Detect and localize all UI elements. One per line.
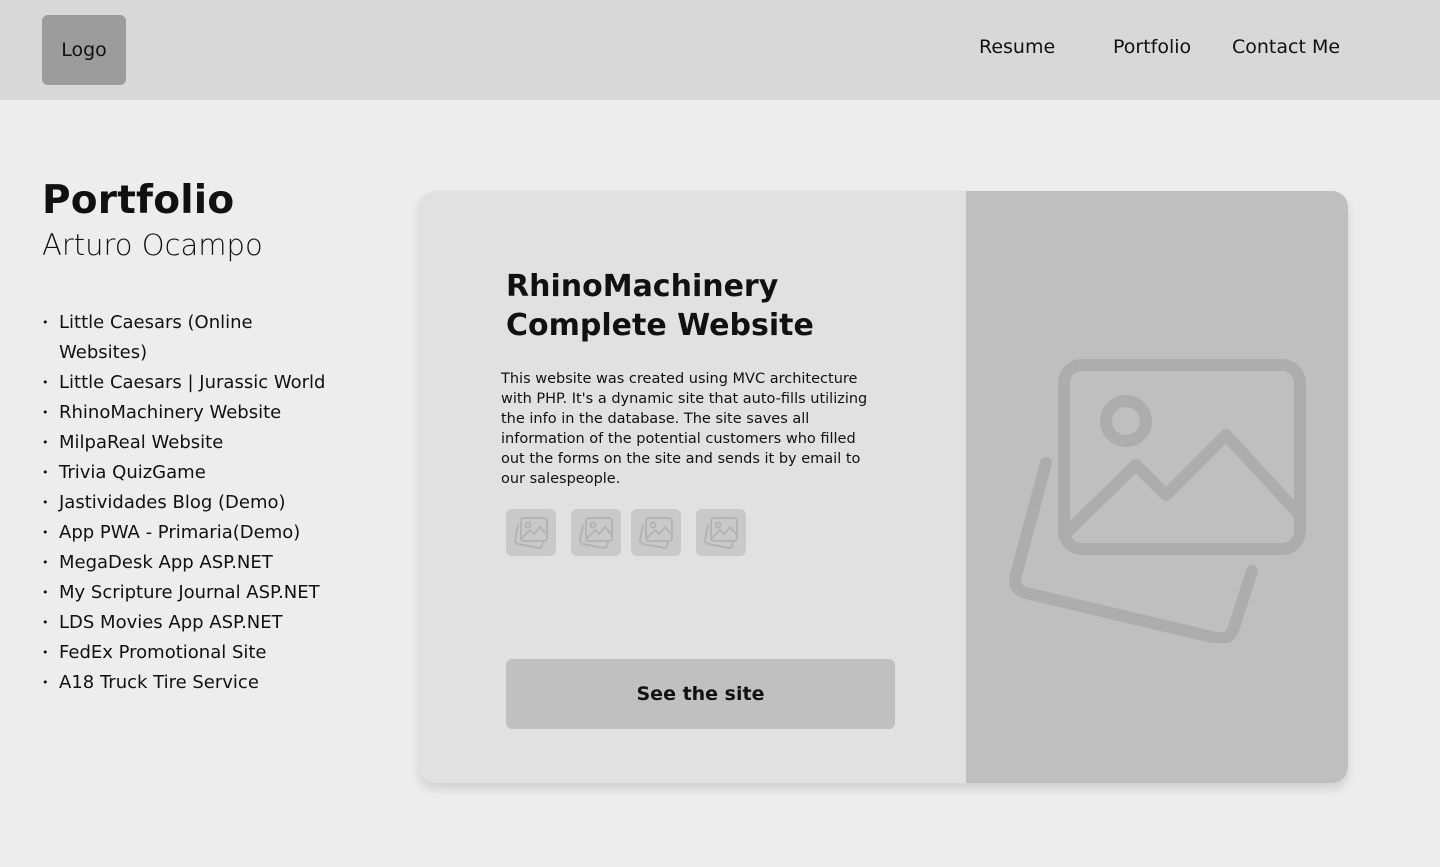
project-link[interactable]: Little Caesars | Jurassic World (42, 368, 342, 398)
project-list: Little Caesars (Online Websites) Little … (42, 308, 342, 698)
nav-link-portfolio[interactable]: Portfolio (1113, 36, 1191, 58)
image-icon (514, 516, 548, 549)
nav-link-resume[interactable]: Resume (979, 36, 1055, 58)
project-link[interactable]: My Scripture Journal ASP.NET (42, 578, 342, 608)
image-icon (704, 516, 738, 549)
author-name: Arturo Ocampo (42, 228, 263, 262)
page-title: Portfolio (42, 178, 235, 223)
project-description: This website was created using MVC archi… (501, 371, 868, 487)
project-preview-image (966, 191, 1348, 783)
image-icon (579, 516, 613, 549)
project-card: RhinoMachinery Complete Website This web… (419, 191, 1348, 783)
project-link[interactable]: MilpaReal Website (42, 428, 342, 458)
thumbnail[interactable] (506, 509, 556, 556)
project-link[interactable]: Trivia QuizGame (42, 458, 342, 488)
project-link[interactable]: Little Caesars (Online Websites) (42, 308, 342, 368)
nav-link-contact-me[interactable]: Contact Me (1232, 36, 1340, 58)
project-link[interactable]: LDS Movies App ASP.NET (42, 608, 342, 638)
thumbnail[interactable] (571, 509, 621, 556)
project-link[interactable]: RhinoMachinery Website (42, 398, 342, 428)
thumbnail[interactable] (696, 509, 746, 556)
logo[interactable]: Logo (42, 15, 126, 85)
thumbnail[interactable] (631, 509, 681, 556)
see-site-button[interactable]: See the site (506, 659, 895, 729)
project-link[interactable]: MegaDesk App ASP.NET (42, 548, 342, 578)
image-icon (639, 516, 673, 549)
project-link[interactable]: A18 Truck Tire Service (42, 668, 342, 698)
project-title: RhinoMachinery Complete Website (506, 269, 814, 343)
project-link[interactable]: FedEx Promotional Site (42, 638, 342, 668)
top-header: Logo Resume Portfolio Contact Me (0, 0, 1440, 100)
project-link[interactable]: Jastividades Blog (Demo) (42, 488, 342, 518)
image-icon (1009, 359, 1306, 643)
project-link[interactable]: App PWA - Primaria(Demo) (42, 518, 342, 548)
